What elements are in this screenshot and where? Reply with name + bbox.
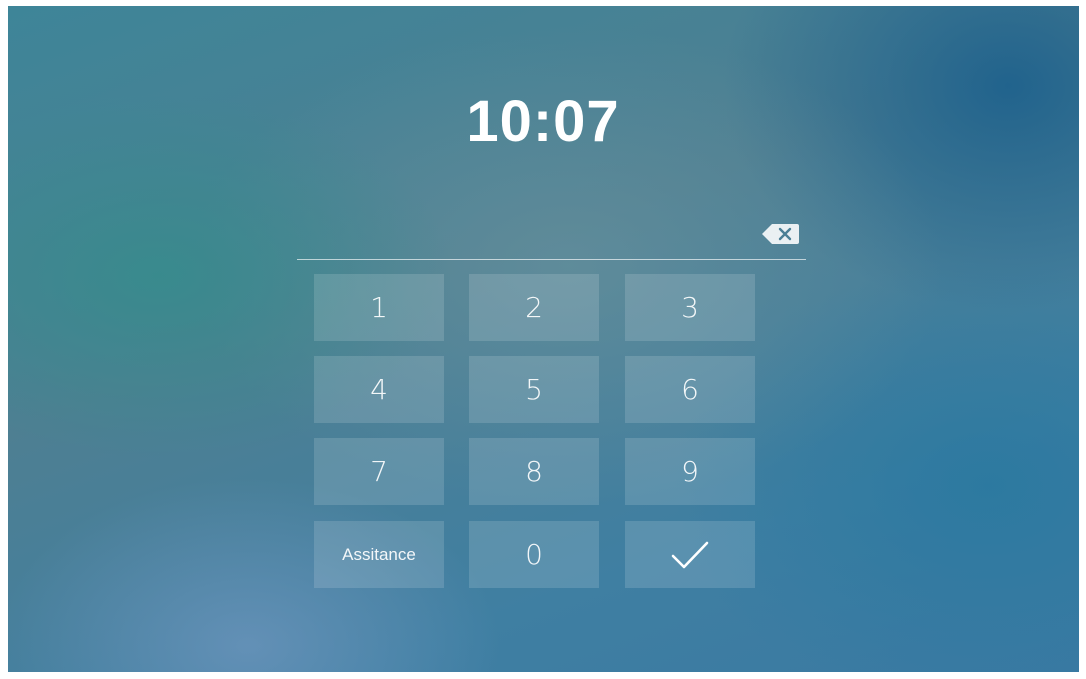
key-5[interactable]: 5 [469, 356, 599, 423]
key-2[interactable]: 2 [469, 274, 599, 341]
key-6[interactable]: 6 [625, 356, 755, 423]
backspace-button[interactable] [760, 222, 800, 246]
key-2-label: 2 [525, 291, 543, 324]
checkmark-icon [671, 541, 709, 568]
key-4[interactable]: 4 [314, 356, 444, 423]
key-5-label: 5 [525, 373, 543, 406]
key-8-label: 8 [525, 455, 543, 488]
assistance-label: Assitance [342, 544, 416, 564]
key-1-label: 1 [370, 291, 388, 324]
confirm-button[interactable] [625, 521, 755, 588]
pin-underline [297, 259, 806, 260]
key-7-label: 7 [370, 455, 388, 488]
clock-time: 10:07 [466, 89, 620, 154]
pin-input[interactable] [297, 222, 737, 252]
key-3[interactable]: 3 [625, 274, 755, 341]
key-0-label: 0 [525, 538, 543, 571]
key-9[interactable]: 9 [625, 438, 755, 505]
key-3-label: 3 [681, 291, 699, 324]
assistance-button[interactable]: Assitance [314, 521, 444, 588]
key-1[interactable]: 1 [314, 274, 444, 341]
key-4-label: 4 [370, 373, 388, 406]
key-8[interactable]: 8 [469, 438, 599, 505]
backspace-icon [762, 224, 799, 244]
key-9-label: 9 [681, 455, 699, 488]
key-6-label: 6 [681, 373, 699, 406]
key-0[interactable]: 0 [469, 521, 599, 588]
key-7[interactable]: 7 [314, 438, 444, 505]
